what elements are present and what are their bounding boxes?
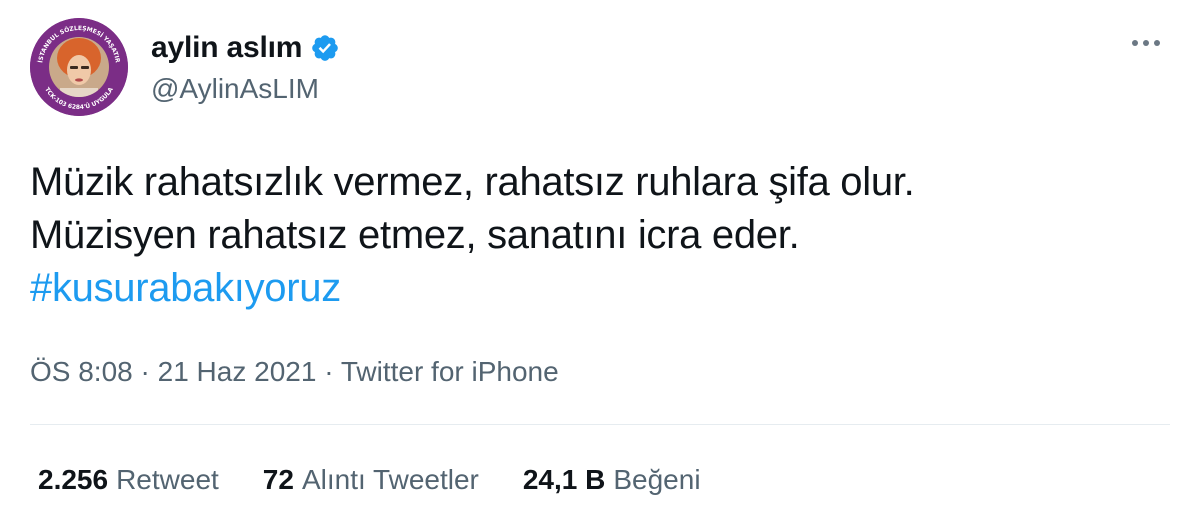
quotes-stat[interactable]: 72 Alıntı Tweetler: [263, 462, 479, 498]
tweet-line: Müzisyen rahatsız etmez, sanatını icra e…: [30, 213, 800, 257]
more-dot: [1143, 40, 1149, 46]
retweets-stat[interactable]: 2.256 Retweet: [38, 462, 219, 498]
tweet-stats: 2.256 Retweet 72 Alıntı Tweetler 24,1 B Beğ…: [38, 462, 701, 498]
likes-count: 24,1 B: [522, 464, 606, 495]
more-dot: [1154, 40, 1160, 46]
handle[interactable]: @AylinAsLIM: [151, 72, 319, 106]
retweets-count: 2.256: [38, 464, 109, 495]
display-name[interactable]: aylin aslım: [151, 30, 302, 66]
more-options-icon[interactable]: [1132, 40, 1160, 46]
meta-separator: ·: [316, 356, 341, 387]
divider: [30, 424, 1170, 425]
tweet-source[interactable]: Twitter for iPhone: [341, 356, 559, 387]
tweet-text: Müzik rahatsızlık vermez, rahatsız ruhla…: [30, 156, 1160, 315]
likes-stat[interactable]: 24,1 B Beğeni: [523, 462, 701, 498]
retweets-label: Retweet: [116, 464, 219, 495]
tweet-date[interactable]: 21 Haz 2021: [158, 356, 317, 387]
avatar[interactable]: İSTANBUL SÖZLEŞMESİ YAŞATIR TCK-103 6284…: [30, 18, 128, 116]
tweet-meta: ÖS 8:08 · 21 Haz 2021 · Twitter for iPho…: [30, 354, 559, 390]
likes-label: Beğeni: [613, 464, 701, 495]
tweet-time[interactable]: ÖS 8:08: [30, 356, 133, 387]
meta-separator: ·: [132, 356, 158, 387]
tweet-line: Müzik rahatsızlık vermez, rahatsız ruhla…: [30, 160, 915, 204]
more-dot: [1132, 40, 1138, 46]
quotes-label: Alıntı Tweetler: [301, 464, 479, 495]
quotes-count: 72: [262, 464, 294, 495]
author-name-row: aylin aslım: [151, 30, 340, 66]
hashtag-link[interactable]: #kusurabakıyoruz: [30, 266, 341, 310]
verified-badge-icon: [312, 35, 339, 61]
